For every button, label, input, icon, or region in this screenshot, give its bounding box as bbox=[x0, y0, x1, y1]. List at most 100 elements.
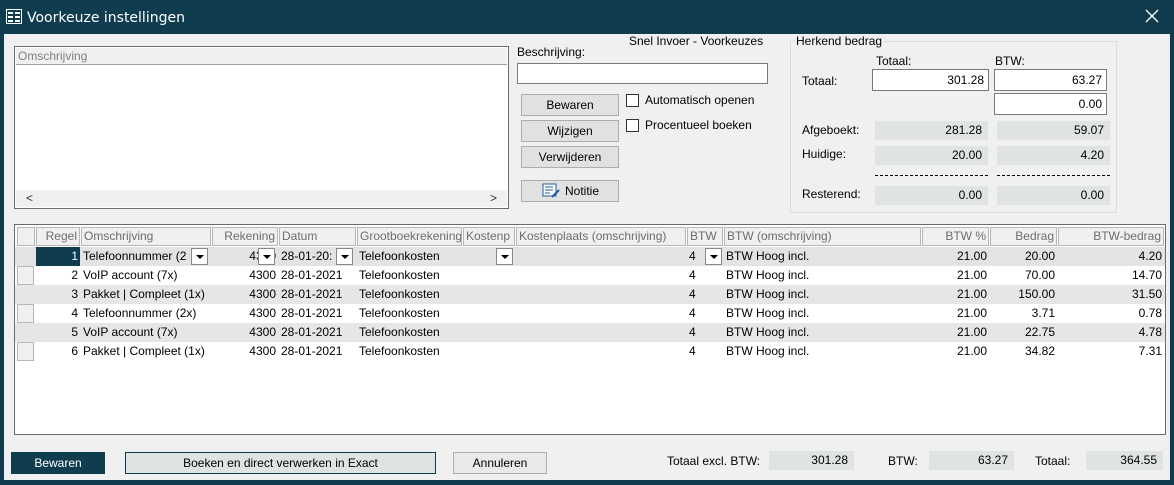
cell-kostenplaats[interactable] bbox=[463, 323, 515, 342]
cell-grootboek[interactable]: Telefoonkosten bbox=[357, 323, 462, 342]
col-grootboekrekening-header[interactable]: Grootboekrekening bbox=[357, 227, 462, 246]
cell-bedrag[interactable]: 22.75 bbox=[990, 323, 1057, 342]
close-icon[interactable] bbox=[1142, 6, 1162, 26]
cell-omschrijving[interactable]: Pakket | Compleet (1x) bbox=[81, 285, 211, 304]
auto-open-label[interactable]: Automatisch openen bbox=[645, 93, 754, 107]
cell-omschrijving[interactable]: Telefoonnummer (2x) bbox=[81, 304, 211, 323]
cell-kostenplaats[interactable] bbox=[463, 304, 515, 323]
table-row[interactable]: 6 Pakket | Compleet (1x) 4300 28-01-2021 Tel… bbox=[15, 342, 1165, 361]
cell-btw-pct[interactable]: 21.00 bbox=[922, 304, 989, 323]
cell-kostenplaats[interactable] bbox=[463, 342, 515, 361]
procentueel-label[interactable]: Procentueel boeken bbox=[645, 118, 752, 132]
cell-rekening[interactable]: 4300 bbox=[212, 304, 278, 323]
cell-rekening[interactable]: 4300 bbox=[212, 285, 278, 304]
preset-list-header[interactable]: Omschrijving bbox=[16, 48, 507, 65]
col-bedrag-header[interactable]: Bedrag bbox=[990, 227, 1057, 246]
herkend-btw-input[interactable]: 63.27 bbox=[994, 69, 1107, 91]
cell-grootboek[interactable]: Telefoonkosten bbox=[357, 304, 462, 323]
cell-grootboek[interactable]: Telefoonkosten bbox=[357, 285, 462, 304]
preset-save-button[interactable]: Bewaren bbox=[521, 94, 619, 116]
cell-btw-bedrag[interactable]: 7.31 bbox=[1058, 342, 1164, 361]
cell-kostenplaats[interactable] bbox=[463, 285, 515, 304]
cell-btw-bedrag[interactable]: 14.70 bbox=[1058, 266, 1164, 285]
cell-bedrag[interactable]: 70.00 bbox=[990, 266, 1057, 285]
dropdown-arrow-icon[interactable] bbox=[191, 248, 208, 265]
col-btw-bedrag-header[interactable]: BTW-bedrag bbox=[1058, 227, 1164, 246]
table-row[interactable]: 4 Telefoonnummer (2x) 4300 28-01-2021 Telefo… bbox=[15, 304, 1165, 323]
cell-datum[interactable]: 28-01-2021 bbox=[279, 285, 356, 304]
herkend-totaal-input[interactable]: 301.28 bbox=[872, 69, 989, 91]
cell-datum[interactable]: 28-01-2021 bbox=[279, 304, 356, 323]
cell-datum[interactable]: 28-01-2021 bbox=[279, 342, 356, 361]
title-bar[interactable]: Voorkeuze instellingen bbox=[0, 0, 1174, 34]
col-omschrijving-header[interactable]: Omschrijving bbox=[81, 227, 211, 246]
cell-regel[interactable]: 4 bbox=[36, 304, 80, 323]
cell-btw-omschr[interactable]: BTW Hoog incl. bbox=[724, 285, 921, 304]
cell-btw-omschr[interactable]: BTW Hoog incl. bbox=[724, 342, 921, 361]
cell-kp-omschr[interactable] bbox=[516, 266, 686, 285]
col-regel-header[interactable]: Regel bbox=[36, 227, 80, 246]
cell-omschrijving[interactable]: VoIP account (7x) bbox=[81, 323, 211, 342]
cell-datum[interactable]: 28-01-2021 bbox=[279, 323, 356, 342]
preset-list[interactable]: Omschrijving < > bbox=[14, 46, 509, 209]
cell-btw-pct[interactable]: 21.00 bbox=[922, 247, 989, 266]
cell-kp-omschr[interactable] bbox=[516, 304, 686, 323]
cell-regel[interactable]: 3 bbox=[36, 285, 80, 304]
cell-kostenplaats[interactable] bbox=[463, 266, 515, 285]
cell-grootboek[interactable]: Telefoonkosten bbox=[357, 247, 462, 266]
cell-datum[interactable]: 28-01-2021 bbox=[279, 266, 356, 285]
cell-bedrag[interactable]: 20.00 bbox=[990, 247, 1057, 266]
cell-btw[interactable]: 4 bbox=[687, 266, 723, 285]
cell-btw-omschr[interactable]: BTW Hoog incl. bbox=[724, 266, 921, 285]
cell-bedrag[interactable]: 150.00 bbox=[990, 285, 1057, 304]
cell-btw-bedrag[interactable]: 4.78 bbox=[1058, 323, 1164, 342]
booking-lines-grid[interactable]: Regel Omschrijving Rekening Datum Grootboekr… bbox=[14, 224, 1166, 435]
cell-rekening[interactable]: 4300 bbox=[212, 266, 278, 285]
col-kostenplaats-header[interactable]: Kostenp bbox=[463, 227, 515, 246]
cell-btw-omschr[interactable]: BTW Hoog incl. bbox=[724, 247, 921, 266]
col-kostenplaats-omschrijving-header[interactable]: Kostenplaats (omschrijving) bbox=[516, 227, 686, 246]
cell-omschrijving[interactable]: Pakket | Compleet (1x) bbox=[81, 342, 211, 361]
procentueel-checkbox[interactable] bbox=[626, 119, 639, 132]
col-btw-pct-header[interactable]: BTW % bbox=[922, 227, 989, 246]
notitie-button[interactable]: Notitie bbox=[521, 180, 619, 202]
col-datum-header[interactable]: Datum bbox=[279, 227, 356, 246]
cell-btw-pct[interactable]: 21.00 bbox=[922, 323, 989, 342]
dropdown-arrow-icon[interactable] bbox=[258, 248, 275, 265]
cell-kp-omschr[interactable] bbox=[516, 285, 686, 304]
auto-open-checkbox[interactable] bbox=[626, 94, 639, 107]
cell-rekening[interactable]: 4300 bbox=[212, 323, 278, 342]
cell-regel[interactable]: 1 bbox=[36, 247, 80, 266]
cell-rekening[interactable]: 4300 bbox=[212, 342, 278, 361]
cell-btw-pct[interactable]: 21.00 bbox=[922, 285, 989, 304]
scroll-left-arrow-icon[interactable]: < bbox=[26, 191, 33, 205]
cell-btw[interactable]: 4 bbox=[687, 304, 723, 323]
cell-kp-omschr[interactable] bbox=[516, 342, 686, 361]
dropdown-arrow-icon[interactable] bbox=[705, 248, 722, 265]
cell-btw[interactable]: 4 bbox=[687, 285, 723, 304]
col-rekening-header[interactable]: Rekening bbox=[212, 227, 278, 246]
cell-btw[interactable]: 4 bbox=[687, 342, 723, 361]
table-row[interactable]: 3 Pakket | Compleet (1x) 4300 28-01-2021 Tel… bbox=[15, 285, 1165, 304]
cancel-button[interactable]: Annuleren bbox=[453, 452, 547, 474]
cell-regel[interactable]: 5 bbox=[36, 323, 80, 342]
cell-btw-bedrag[interactable]: 4.20 bbox=[1058, 247, 1164, 266]
cell-regel[interactable]: 2 bbox=[36, 266, 80, 285]
preset-delete-button[interactable]: Verwijderen bbox=[521, 146, 619, 168]
table-row[interactable]: 1Telefoonnummer (2430028-01-20:Telefoonk… bbox=[15, 247, 1165, 266]
save-button[interactable]: Bewaren bbox=[11, 452, 105, 474]
col-btw-omschrijving-header[interactable]: BTW (omschrijving) bbox=[724, 227, 921, 246]
cell-btw-bedrag[interactable]: 0.78 bbox=[1058, 304, 1164, 323]
cell-btw-pct[interactable]: 21.00 bbox=[922, 342, 989, 361]
preset-list-scrollbar[interactable]: < > bbox=[16, 190, 507, 207]
cell-bedrag[interactable]: 3.71 bbox=[990, 304, 1057, 323]
table-row[interactable]: 2 VoIP account (7x) 4300 28-01-2021 Telefoon… bbox=[15, 266, 1165, 285]
book-exact-button[interactable]: Boeken en direct verwerken in Exact bbox=[125, 452, 436, 474]
cell-kp-omschr[interactable] bbox=[516, 323, 686, 342]
dropdown-arrow-icon[interactable] bbox=[496, 248, 513, 265]
cell-grootboek[interactable]: Telefoonkosten bbox=[357, 266, 462, 285]
cell-btw-bedrag[interactable]: 31.50 bbox=[1058, 285, 1164, 304]
scroll-right-arrow-icon[interactable]: > bbox=[490, 191, 497, 205]
table-row[interactable]: 5 VoIP account (7x) 4300 28-01-2021 Telefoon… bbox=[15, 323, 1165, 342]
cell-btw-pct[interactable]: 21.00 bbox=[922, 266, 989, 285]
